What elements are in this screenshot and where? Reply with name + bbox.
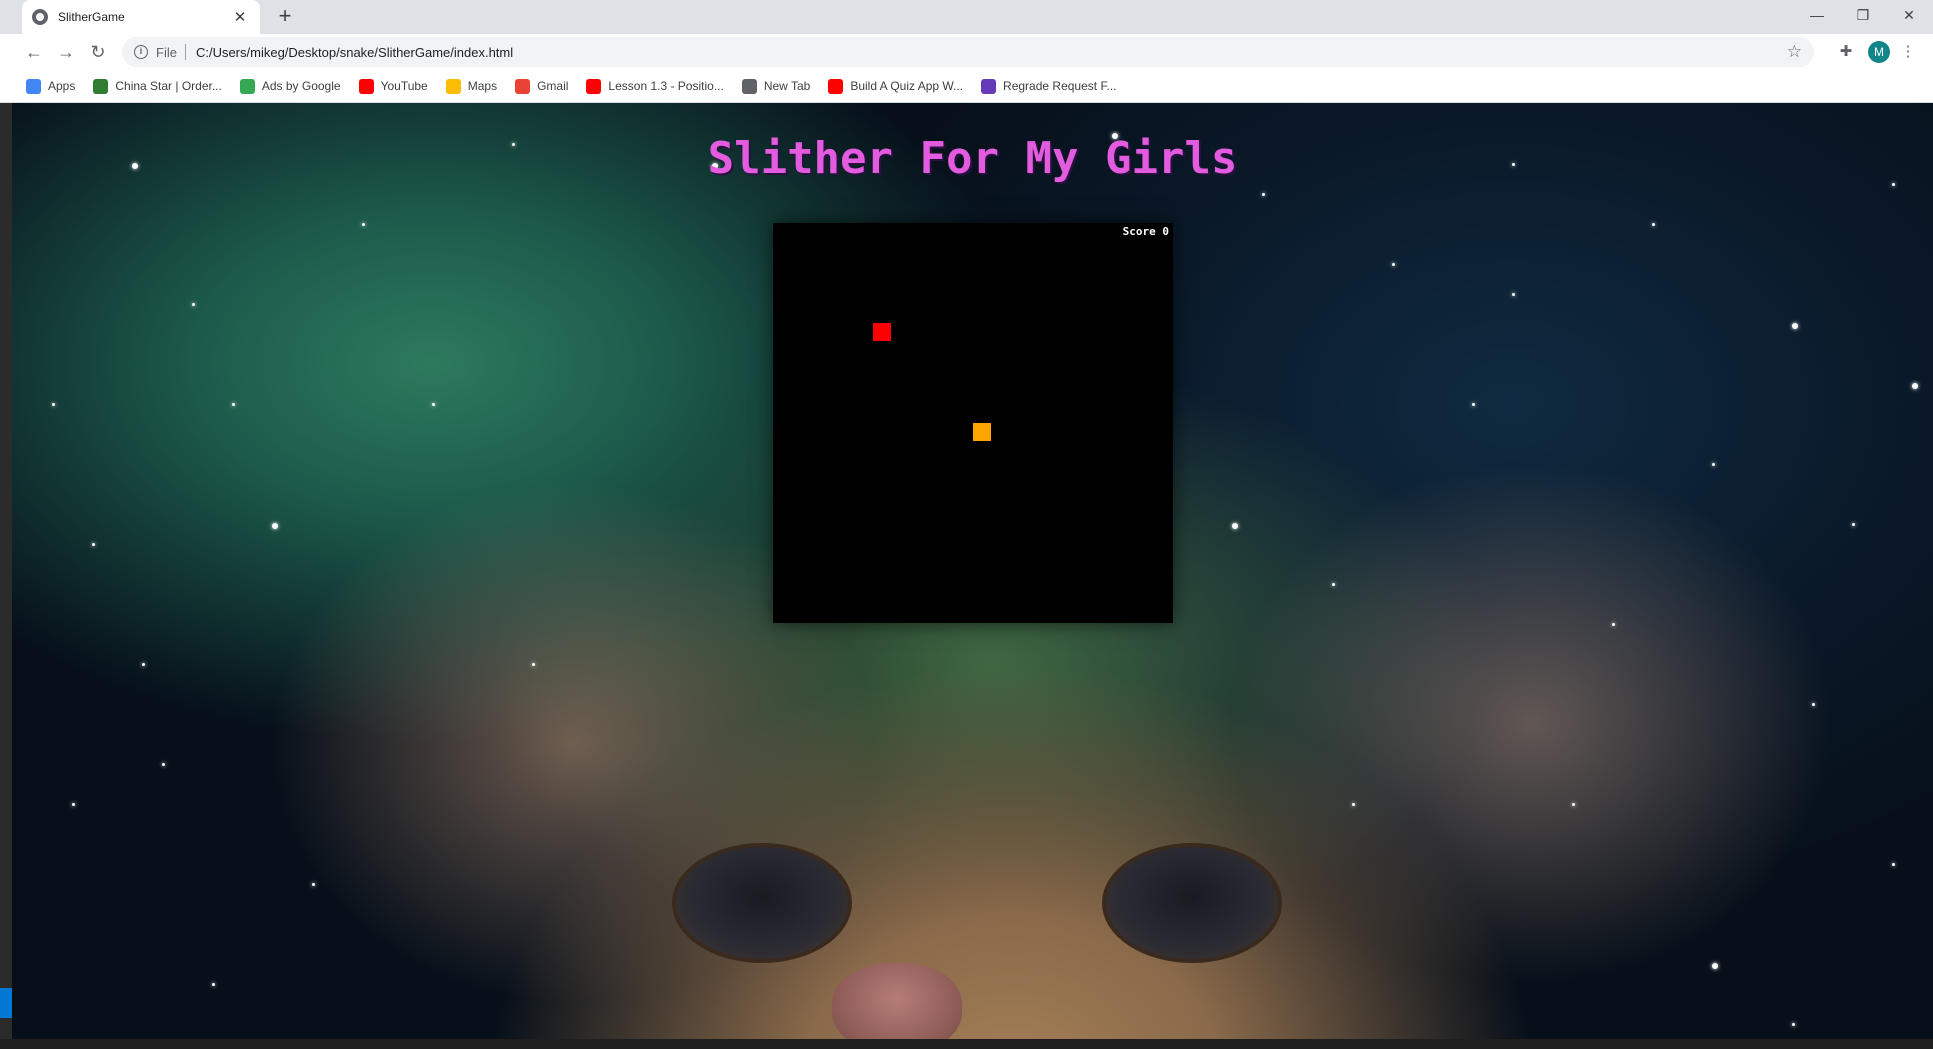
youtube-icon <box>586 78 602 94</box>
star-dot <box>1852 523 1855 526</box>
globe-icon <box>32 9 48 25</box>
menu-kebab-icon[interactable]: ⋮ <box>1898 42 1918 62</box>
bookmark-label: Apps <box>48 79 76 93</box>
gmail-icon <box>515 78 531 94</box>
china-star-icon <box>93 78 109 94</box>
bookmark-item[interactable]: Lesson 1.3 - Positio... <box>586 78 724 94</box>
bookmark-label: New Tab <box>763 79 811 93</box>
page-title: Slither For My Girls <box>707 133 1238 184</box>
restore-button[interactable]: ❐ <box>1840 0 1886 30</box>
forward-arrow-icon[interactable]: → <box>52 38 80 66</box>
back-arrow-icon[interactable]: ← <box>20 38 48 66</box>
browser-chrome: SlitherGame ✕ + — ❐ ✕ ← → ↻ i File C:/Us… <box>0 0 1933 103</box>
bookmark-label: China Star | Order... <box>115 79 222 93</box>
scheme-label: File <box>156 44 177 60</box>
youtube-icon <box>358 78 374 94</box>
info-icon[interactable]: i <box>134 45 148 59</box>
star-dot <box>52 403 55 406</box>
page-viewport: Slither For My Girls Score 0 <box>12 103 1933 1039</box>
toolbar: ← → ↻ i File C:/Users/mikeg/Desktop/snak… <box>0 34 1933 70</box>
star-dot <box>532 663 535 666</box>
star-dot <box>232 403 235 406</box>
star-dot <box>1912 383 1918 389</box>
bookmark-item[interactable]: China Star | Order... <box>93 78 222 94</box>
star-dot <box>72 803 75 806</box>
bookmark-label: Maps <box>467 79 498 93</box>
star-dot <box>162 763 165 766</box>
cat-right-eye <box>1102 843 1282 963</box>
bookmark-label: Regrade Request F... <box>1003 79 1117 93</box>
star-dot <box>1512 293 1515 296</box>
star-dot <box>212 983 215 986</box>
star-dot <box>312 883 315 886</box>
star-dot <box>272 523 278 529</box>
bookmark-item[interactable]: Ads by Google <box>239 78 341 94</box>
tab-slithergame[interactable]: SlitherGame ✕ <box>22 0 260 34</box>
snake-head <box>973 423 991 441</box>
taskbar <box>0 1039 1933 1049</box>
food-square <box>873 323 891 341</box>
bookmark-label: YouTube <box>380 79 428 93</box>
star-dot <box>1812 703 1815 706</box>
bookmark-item[interactable]: YouTube <box>358 78 428 94</box>
tab-strip: SlitherGame ✕ + — ❐ ✕ <box>0 0 1933 34</box>
forms-icon <box>981 78 997 94</box>
star-dot <box>1332 583 1335 586</box>
avatar[interactable]: M <box>1868 41 1890 63</box>
bookmark-item[interactable]: Gmail <box>515 78 569 94</box>
star-dot <box>92 543 95 546</box>
youtube-icon <box>828 78 844 94</box>
star-dot <box>1262 193 1265 196</box>
star-dot <box>1612 623 1615 626</box>
star-dot <box>192 303 195 306</box>
bookmark-item[interactable]: Regrade Request F... <box>981 78 1117 94</box>
star-dot <box>1712 963 1718 969</box>
star-dot <box>432 403 435 406</box>
bookmarks-bar: Apps China Star | Order... Ads by Google Yo… <box>0 70 1933 103</box>
bookmark-item[interactable]: Maps <box>445 78 498 94</box>
cat-left-eye <box>672 843 852 963</box>
star-dot <box>362 223 365 226</box>
divider <box>184 44 186 60</box>
minimize-button[interactable]: — <box>1794 0 1840 30</box>
maps-icon <box>445 78 461 94</box>
google-ads-icon <box>239 78 255 94</box>
star-dot <box>1392 263 1395 266</box>
star-dot <box>1712 463 1715 466</box>
star-dot <box>1572 803 1575 806</box>
bookmark-item[interactable]: Build A Quiz App W... <box>828 78 964 94</box>
accent-marker <box>0 988 12 1018</box>
star-dot <box>1792 323 1798 329</box>
star-dot <box>1792 1023 1795 1026</box>
url-text[interactable]: C:/Users/mikeg/Desktop/snake/SlitherGame… <box>196 45 513 60</box>
cat-nose <box>832 963 962 1039</box>
new-tab-button[interactable]: + <box>272 4 298 30</box>
game-canvas[interactable]: Score 0 <box>773 223 1173 623</box>
bookmark-star-icon[interactable]: ☆ <box>1787 42 1802 62</box>
star-dot <box>1652 223 1655 226</box>
globe-icon <box>741 78 757 94</box>
star-dot <box>1472 403 1475 406</box>
star-dot <box>1352 803 1355 806</box>
bookmark-label: Lesson 1.3 - Positio... <box>608 79 724 93</box>
score-label: Score 0 <box>1122 225 1169 238</box>
star-dot <box>142 663 145 666</box>
bookmark-item[interactable]: Apps <box>26 78 76 94</box>
reload-icon[interactable]: ↻ <box>84 38 112 66</box>
apps-grid-icon <box>26 78 41 94</box>
star-dot <box>1892 863 1895 866</box>
close-window-button[interactable]: ✕ <box>1886 0 1932 30</box>
bookmark-label: Build A Quiz App W... <box>850 79 964 93</box>
bookmark-label: Gmail <box>537 79 569 93</box>
address-bar[interactable]: i File C:/Users/mikeg/Desktop/snake/Slit… <box>122 37 1814 67</box>
close-tab-icon[interactable]: ✕ <box>230 8 250 26</box>
bookmark-label: Ads by Google <box>261 79 341 93</box>
left-edge <box>0 103 12 1039</box>
tab-title: SlitherGame <box>58 10 125 24</box>
extensions-puzzle-icon[interactable]: ✚ <box>1836 42 1856 62</box>
bookmark-item[interactable]: New Tab <box>741 78 811 94</box>
star-dot <box>1232 523 1238 529</box>
